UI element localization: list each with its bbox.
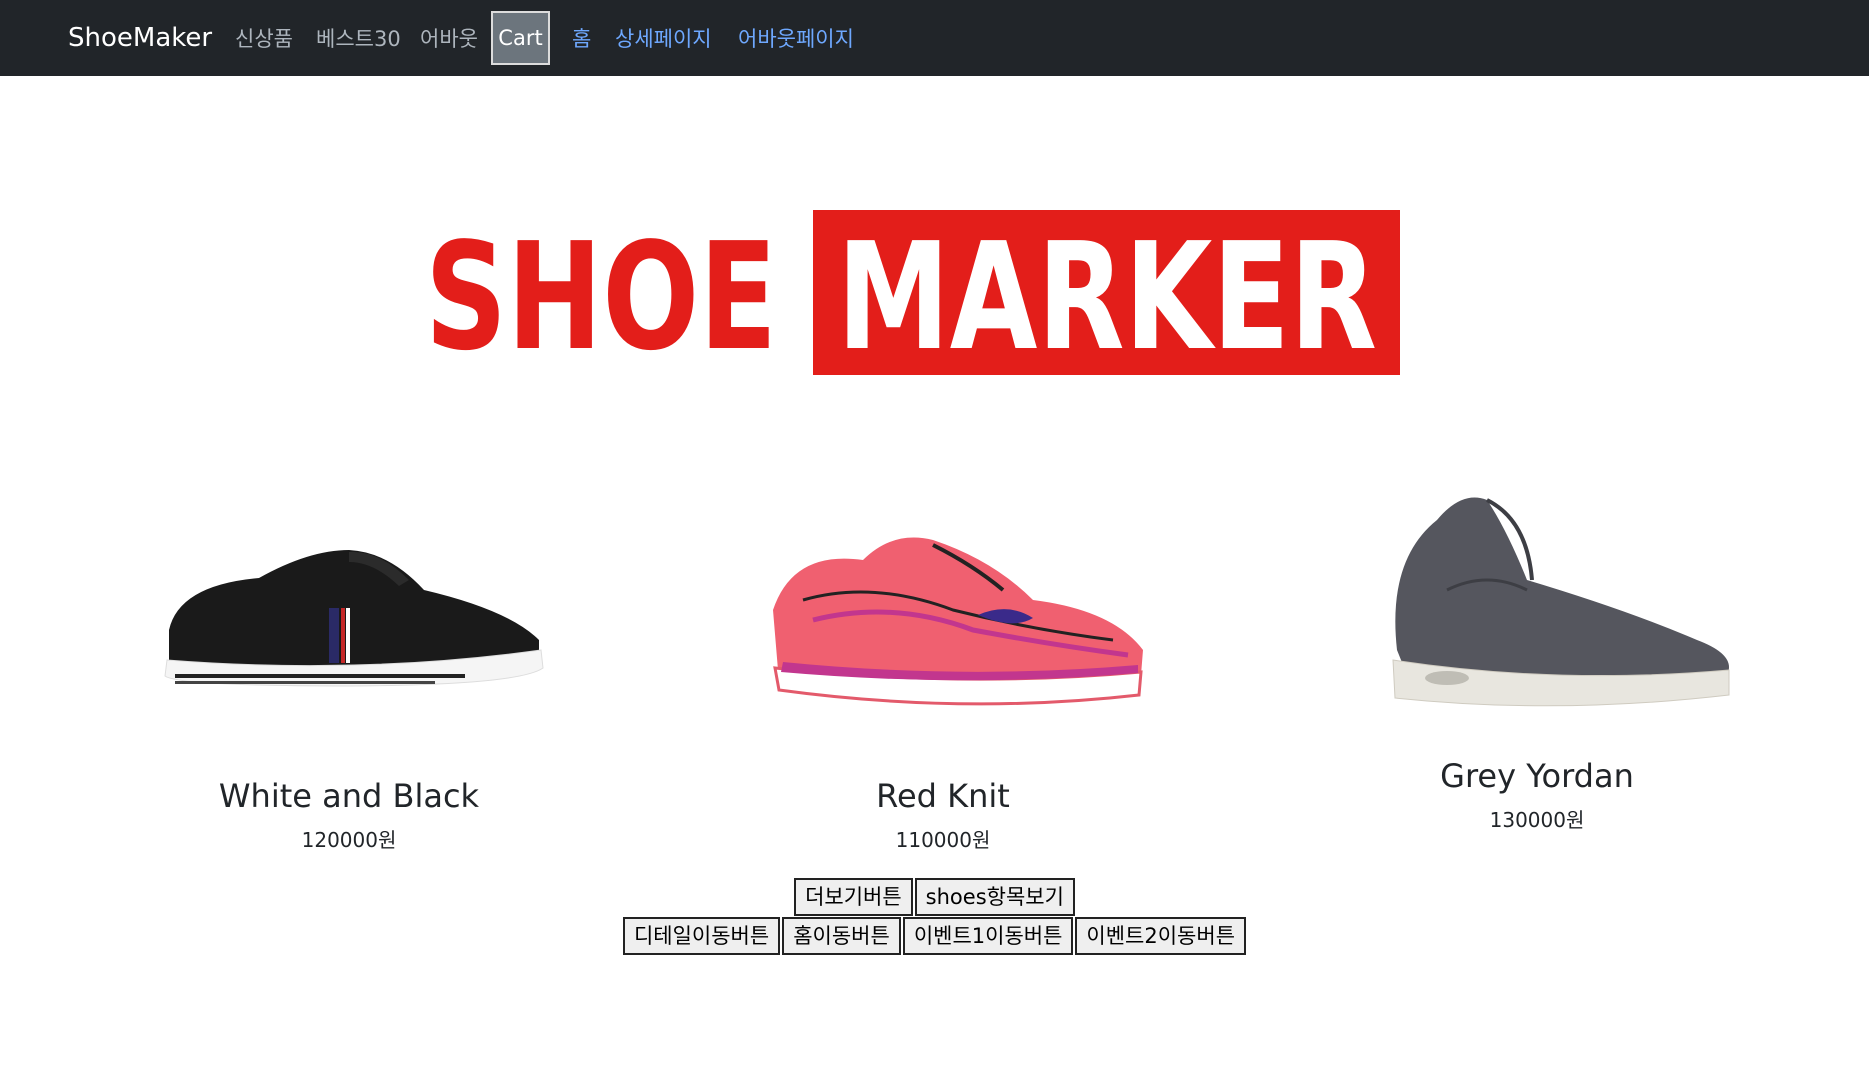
product-card: Red Knit 110000원 [643,490,1243,854]
product-name: White and Black [218,777,480,815]
navbar: ShoeMaker 신상품 베스트30 어바웃 Cart 홈 상세페이지 어바웃… [0,0,1869,76]
more-button[interactable]: 더보기버튼 [794,878,913,916]
product-image [643,490,1243,740]
router-link-about[interactable]: 어바웃페이지 [738,24,854,54]
grey-sneaker-icon [1392,497,1730,707]
button-row-2: 디테일이동버튼 홈이동버튼 이벤트1이동버튼 이벤트2이동버튼 [0,917,1869,955]
shoe-marker-logo: SHOE MARKER [425,208,1400,383]
product-image [49,490,649,740]
product-price: 110000원 [895,828,991,852]
black-sneaker-icon [164,550,544,687]
navbar-brand[interactable]: ShoeMaker [68,20,212,56]
cart-button[interactable]: Cart [491,11,550,65]
home-nav-button[interactable]: 홈이동버튼 [782,917,901,955]
nav-link-new[interactable]: 신상품 [235,24,293,54]
detail-nav-button[interactable]: 디테일이동버튼 [622,917,781,955]
product-price: 130000원 [1489,808,1585,832]
event1-nav-button[interactable]: 이벤트1이동버튼 [902,917,1074,955]
product-name: Red Knit [876,777,1010,815]
router-link-home[interactable]: 홈 [572,24,591,54]
product-card: White and Black 120000원 [49,490,649,854]
logo-text-right: MARKER [837,211,1377,378]
product-card: Grey Yordan 130000원 [1237,490,1837,834]
button-row-1: 더보기버튼 shoes항목보기 [0,878,1869,916]
logo-graphic: SHOE MARKER [425,210,1400,383]
event2-nav-button[interactable]: 이벤트2이동버튼 [1075,917,1247,955]
product-price: 120000원 [301,828,397,852]
product-image [1237,470,1837,720]
shoes-list-button[interactable]: shoes항목보기 [914,878,1075,916]
logo-text-left: SHOE [425,211,777,378]
product-name: Grey Yordan [1440,757,1634,795]
red-knit-sneaker-icon [773,537,1143,706]
nav-link-about[interactable]: 어바웃 [420,24,478,54]
router-link-detail[interactable]: 상세페이지 [615,24,712,54]
nav-link-best30[interactable]: 베스트30 [316,24,401,54]
